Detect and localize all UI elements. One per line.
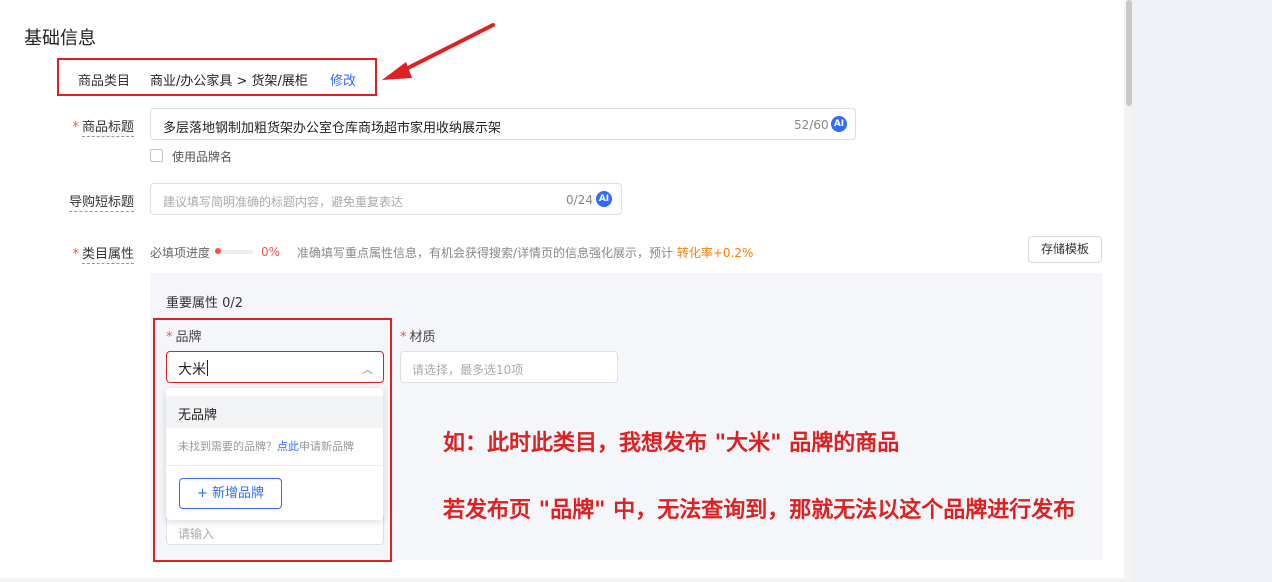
annotation-line-1: 如：此时此类目，我想发布 "大米" 品牌的商品: [443, 431, 900, 456]
text-cursor: [207, 360, 208, 376]
bottom-divider: [0, 578, 1124, 582]
use-brand-label: 使用品牌名: [172, 150, 233, 164]
brand-label: * 品牌: [166, 330, 202, 345]
section-title: 基础信息: [24, 28, 96, 49]
product-title-value: 多层落地钢制加粗货架办公室仓库商场超市家用收纳展示架: [163, 121, 502, 136]
conversion-highlight: 转化率+0.2%: [676, 246, 754, 260]
scrollbar-thumb[interactable]: [1126, 0, 1132, 106]
apply-brand-link[interactable]: 点此: [277, 440, 299, 453]
material-label: * 材质: [400, 330, 436, 345]
right-side-panel: [1133, 0, 1272, 582]
brand-value: 大米: [178, 362, 206, 378]
short-title-counter: 0/24: [566, 193, 593, 207]
ai-icon[interactable]: AI: [831, 116, 847, 132]
category-attributes-label: * 类目属性: [72, 247, 134, 264]
category-edit-link[interactable]: 修改: [330, 70, 356, 89]
attribute-placeholder: 请输入: [178, 527, 215, 541]
product-title-counter: 52/60: [794, 118, 829, 132]
chevron-up-icon: ︿: [362, 363, 373, 376]
material-placeholder: 请选择，最多选10项: [412, 363, 524, 377]
brand-not-found-tip: 未找到需要的品牌？点此申请新品牌: [178, 440, 354, 453]
annotation-line-2: 若发布页 "品牌" 中，无法查询到，那就无法以这个品牌进行发布: [443, 498, 1076, 523]
short-title-input[interactable]: 建议填写简明准确的标题内容，避免重复表达 0/24 AI: [150, 183, 622, 215]
important-attributes-title: 重要属性 0/2: [166, 296, 244, 311]
save-template-button[interactable]: 存储模板: [1028, 236, 1102, 263]
category-label: 商品类目: [78, 74, 131, 89]
dropdown-divider: [166, 465, 383, 466]
brand-dropdown: 无品牌 未找到需要的品牌？点此申请新品牌 + 新增品牌: [166, 388, 383, 520]
product-title-input[interactable]: 多层落地钢制加粗货架办公室仓库商场超市家用收纳展示架 52/60 AI: [150, 108, 856, 140]
brand-select-input[interactable]: 大米 ︿: [166, 351, 384, 383]
material-select[interactable]: 请选择，最多选10项: [400, 351, 618, 383]
annotation-arrow: [382, 23, 495, 80]
use-brand-checkbox[interactable]: [150, 149, 163, 162]
progress-percent: 0%: [261, 245, 281, 259]
progress-indicator: [215, 248, 221, 254]
short-title-label: 导购短标题: [68, 195, 134, 212]
add-brand-button[interactable]: + 新增品牌: [179, 478, 282, 509]
dropdown-option-no-brand[interactable]: 无品牌: [166, 396, 383, 428]
attributes-hint: 准确填写重点属性信息，有机会获得搜索/详情页的信息强化展示，预计 转化率+0.2…: [297, 246, 754, 260]
progress-label: 必填项进度: [150, 246, 211, 260]
product-title-label: * 商品标题: [72, 120, 134, 137]
short-title-placeholder: 建议填写简明准确的标题内容，避免重复表达: [163, 195, 404, 209]
category-value: 商业/办公家具 > 货架/展柜: [150, 74, 308, 89]
ai-icon[interactable]: AI: [596, 191, 612, 207]
